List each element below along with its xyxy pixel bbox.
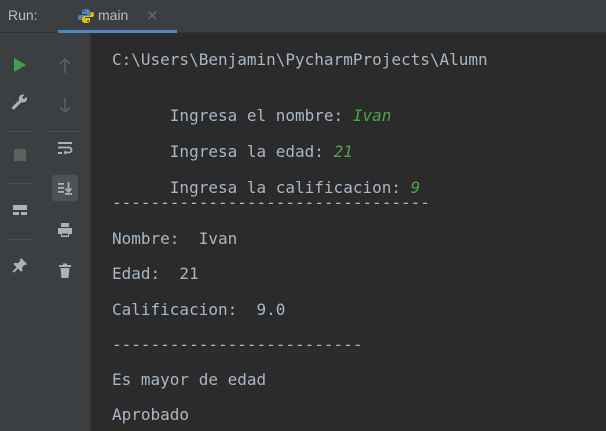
- result-mayor-de-edad: Es mayor de edad: [112, 370, 267, 389]
- stop-icon[interactable]: [7, 142, 33, 168]
- close-icon[interactable]: ×: [146, 6, 159, 24]
- result-aprobado: Aprobado: [112, 405, 190, 424]
- run-tool-window: Run: main × C:\Users\Benjamin\PycharmPro…: [0, 0, 606, 431]
- run-icon[interactable]: [7, 52, 33, 78]
- python-icon: [77, 8, 95, 24]
- tab-main-label: main: [98, 7, 129, 23]
- trash-icon[interactable]: [52, 258, 78, 284]
- separator-long: ---------------------------------: [112, 193, 430, 212]
- wrench-icon[interactable]: [7, 90, 33, 116]
- tab-main[interactable]: main ×: [58, 0, 177, 33]
- layout-icon[interactable]: [7, 197, 33, 223]
- console-toolbar: [40, 33, 91, 431]
- command-line: C:\Users\Benjamin\PycharmProjects\Alumn: [112, 50, 488, 69]
- soft-wrap-icon[interactable]: [52, 135, 78, 161]
- down-arrow-icon[interactable]: [52, 92, 78, 118]
- toolbar-separator: [8, 131, 32, 132]
- user-input: Ivan: [352, 106, 392, 125]
- up-arrow-icon[interactable]: [52, 53, 78, 79]
- toolbar-separator: [8, 239, 32, 240]
- result-calificacion: Calificacion: 9.0: [112, 300, 286, 319]
- result-edad: Edad: 21: [112, 264, 199, 283]
- console-output[interactable]: C:\Users\Benjamin\PycharmProjects\Alumn …: [91, 33, 606, 431]
- run-label: Run:: [8, 7, 38, 23]
- pin-icon[interactable]: [7, 252, 33, 278]
- separator-short: --------------------------: [112, 335, 363, 354]
- run-tool-header: Run: main ×: [0, 0, 606, 33]
- result-nombre: Nombre: Ivan: [112, 229, 238, 248]
- print-icon[interactable]: [52, 217, 78, 243]
- run-primary-toolbar: [0, 33, 40, 431]
- toolbar-separator: [8, 183, 32, 184]
- toolbar-separator: [50, 131, 80, 132]
- scroll-to-end-icon[interactable]: [52, 175, 78, 201]
